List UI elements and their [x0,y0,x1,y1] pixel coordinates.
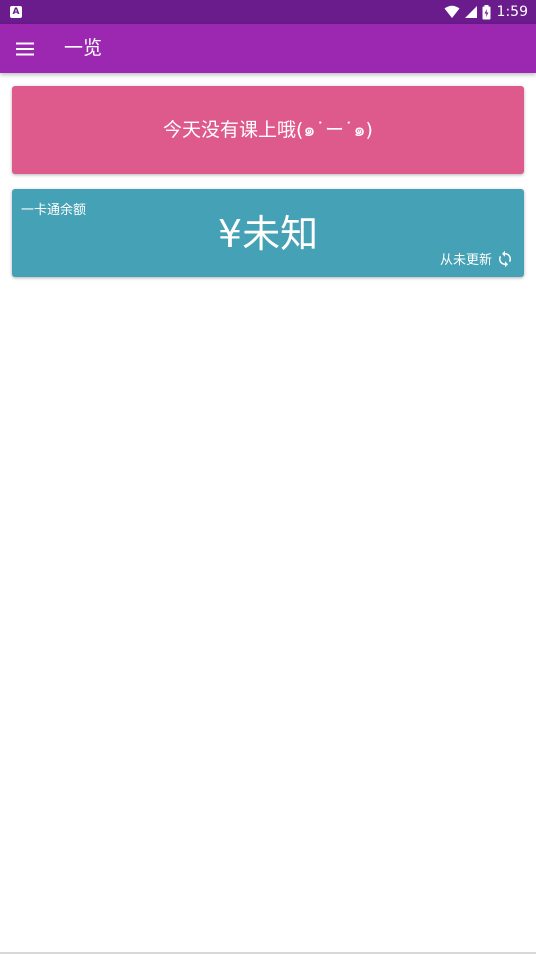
wifi-icon [444,5,460,18]
update-status: 从未更新 [439,253,492,268]
app-bar: 一览 [0,24,536,73]
battery-icon [482,4,491,19]
signal-icon [464,6,477,18]
card-balance-card[interactable]: 一卡通余额 ¥未知 从未更新 [12,189,524,277]
menu-icon [16,42,34,56]
page-title: 一览 [64,37,103,59]
notification-icon: A [10,6,22,18]
menu-button[interactable] [10,34,40,64]
status-time: 1:59 [496,4,528,20]
status-icons: 1:59 [444,0,528,24]
refresh-icon [499,250,511,267]
refresh-button[interactable]: 从未更新 [440,249,514,268]
status-bar: A 1:59 [0,0,536,24]
schedule-message: 今天没有课上哦(๑˙ー˙๑) [163,119,373,141]
schedule-card[interactable]: 今天没有课上哦(๑˙ー˙๑) [12,86,524,174]
